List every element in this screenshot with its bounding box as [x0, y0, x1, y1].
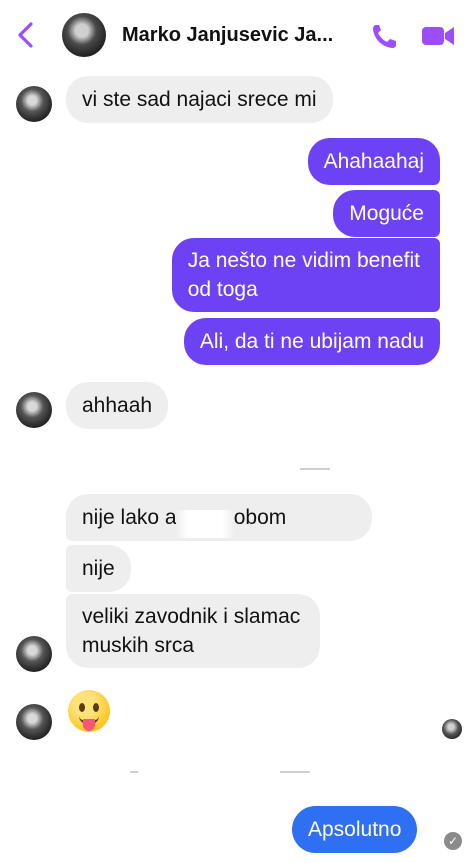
back-chevron-icon[interactable]: [14, 20, 38, 50]
message-text: Ahahaahaj: [323, 150, 424, 173]
message-text-line: od toga: [187, 278, 258, 301]
contact-avatar[interactable]: [62, 13, 106, 57]
message-text: vi ste sad najaci srece mi: [82, 88, 317, 111]
message-text: Ali, da ti ne ubijam nadu: [199, 330, 424, 353]
check-circle-icon: ✓: [444, 832, 462, 850]
incoming-message[interactable]: ahhaah: [66, 382, 169, 429]
phone-icon[interactable]: [370, 22, 400, 50]
message-text-line: Ja nešto ne vidim benefit: [187, 249, 420, 272]
outgoing-message[interactable]: Ahahaahaj: [307, 138, 440, 185]
message-text-line: veliki zavodnik i slamac: [82, 605, 301, 628]
contact-avatar-small: [16, 86, 52, 122]
message-text: Apsolutno: [308, 818, 402, 841]
emoji-eye: [79, 703, 85, 712]
contact-avatar-small: [16, 636, 52, 672]
face-with-tongue-emoji-icon[interactable]: [68, 690, 110, 732]
outgoing-message[interactable]: Ali, da ti ne ubijam nadu: [183, 318, 440, 365]
seen-by-avatar: [442, 719, 462, 739]
faint-mark: [280, 771, 310, 773]
message-text-line: muskih srca: [82, 634, 195, 657]
faint-mark: [300, 468, 330, 470]
emoji-eye: [93, 703, 99, 712]
contact-avatar-small: [16, 392, 52, 428]
message-text: Moguće: [349, 202, 424, 225]
contact-name[interactable]: Marko Janjusevic Ja...: [122, 24, 333, 47]
outgoing-message[interactable]: Ja nešto ne vidim benefit od toga: [171, 238, 440, 312]
outgoing-message[interactable]: Apsolutno: [292, 806, 418, 853]
emoji-tongue: [83, 719, 95, 731]
message-text: ahhaah: [82, 394, 153, 417]
faint-mark: [130, 771, 138, 773]
message-text: nije: [82, 557, 115, 580]
incoming-message[interactable]: vi ste sad najaci srece mi: [66, 76, 333, 123]
contact-avatar-small: [16, 704, 52, 740]
incoming-message[interactable]: veliki zavodnik i slamac muskih srca: [66, 594, 321, 668]
outgoing-message[interactable]: Moguće: [333, 190, 440, 237]
video-camera-icon[interactable]: [420, 22, 456, 50]
chat-header: Marko Janjusevic Ja...: [0, 0, 468, 70]
incoming-message[interactable]: nije: [66, 545, 131, 592]
redaction-mark: [176, 510, 234, 538]
